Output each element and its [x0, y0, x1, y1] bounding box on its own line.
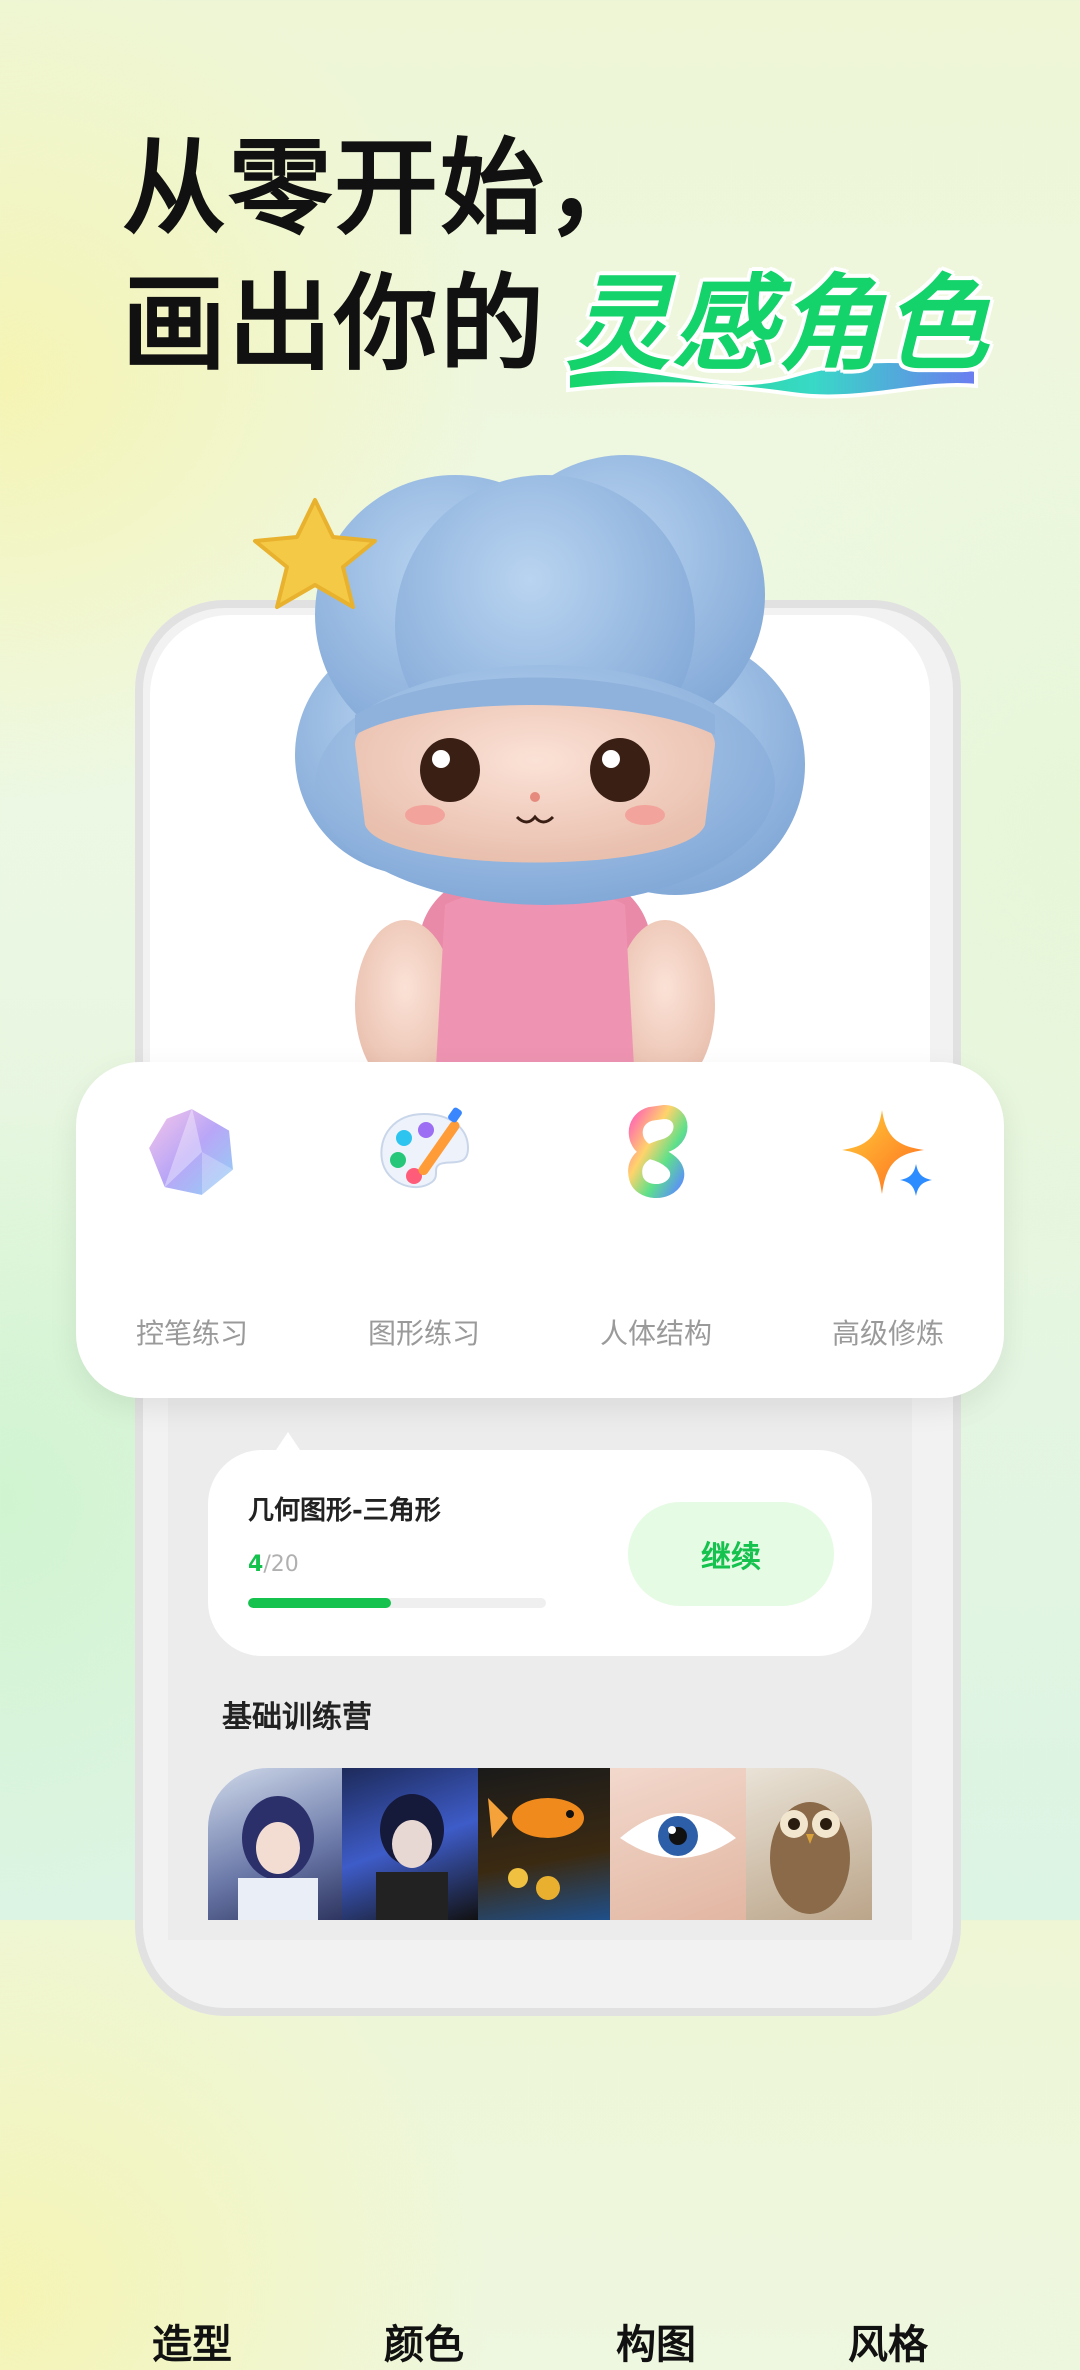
- progress-count: 4/20: [248, 1552, 299, 1577]
- sparkle-star-icon: [842, 1110, 932, 1196]
- lesson-title: 几何图形-三角形: [248, 1496, 441, 1526]
- headline-line-2: 画出你的 灵感角色: [122, 256, 991, 399]
- category-style[interactable]: 风格 高级修炼: [772, 1062, 1004, 2368]
- category-color[interactable]: 颜色 图形练习: [308, 1062, 540, 2368]
- section-title: 基础训练营: [222, 1700, 372, 1735]
- goldfish-thumbnail[interactable]: [478, 1768, 610, 1920]
- category-title: 造型: [152, 2322, 232, 2368]
- eye-painting-thumbnail[interactable]: [610, 1768, 746, 1920]
- headline: 从零开始， 画出你的 灵感角色: [122, 120, 991, 399]
- category-title: 风格: [848, 2322, 928, 2368]
- headline-prefix: 画出你的: [122, 263, 547, 385]
- category-subtitle: 图形练习: [367, 1317, 480, 1350]
- category-subtitle: 控笔练习: [135, 1317, 248, 1350]
- training-camp-thumbnails[interactable]: [208, 1768, 872, 1920]
- headline-highlight: 灵感角色: [566, 263, 991, 385]
- owl-thumbnail[interactable]: [746, 1768, 872, 1920]
- card-pointer: [276, 1432, 300, 1450]
- category-subtitle: 人体结构: [599, 1317, 712, 1350]
- rainbow-knot-icon: [628, 1104, 688, 1198]
- category-composition[interactable]: 构图 人体结构: [540, 1062, 772, 2368]
- headline-highlight-wrap: 灵感角色: [566, 256, 991, 399]
- category-shape[interactable]: 造型 控笔练习: [76, 1062, 308, 2368]
- anime-girl-thumbnail[interactable]: [208, 1768, 342, 1920]
- category-subtitle: 高级修炼: [831, 1317, 944, 1350]
- progress-fill: [248, 1598, 392, 1608]
- palette-icon: [380, 1107, 470, 1188]
- progress-total: 20: [270, 1552, 299, 1577]
- progress-bar: [248, 1598, 546, 1608]
- continue-button[interactable]: 继续: [628, 1502, 834, 1606]
- progress-current: 4: [248, 1552, 264, 1577]
- category-title: 颜色: [384, 2322, 464, 2368]
- category-card: 造型 控笔练习 颜色 图形练习 构图 人体结构 风格 高级修炼: [76, 1062, 1004, 2368]
- progress-card[interactable]: 几何图形-三角形 4/20 继续: [208, 1450, 872, 1656]
- crystal-icon: [146, 1106, 236, 1198]
- mascot-figure: [253, 455, 805, 1085]
- headline-line-1: 从零开始，: [122, 127, 653, 249]
- category-title: 构图: [616, 2322, 696, 2368]
- anime-boy-thumbnail[interactable]: [342, 1768, 478, 1920]
- progress-separator: /: [263, 1552, 271, 1577]
